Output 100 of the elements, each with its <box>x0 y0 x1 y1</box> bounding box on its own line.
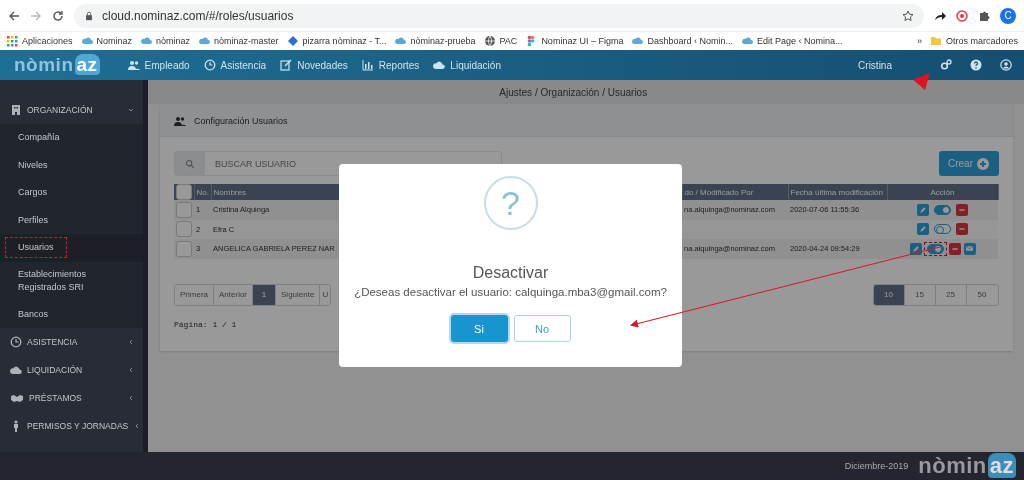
breadcrumb: Ajustes / Organización / Usuarios <box>499 86 648 98</box>
email-button[interactable] <box>963 242 976 255</box>
pencil-icon <box>919 225 927 234</box>
sidebar-group[interactable]: PRÉSTAMOS <box>0 384 143 412</box>
sidebar-group[interactable]: LIQUIDACIÓN <box>0 356 143 384</box>
pagination-button[interactable]: U <box>320 284 331 305</box>
star-icon <box>902 9 914 22</box>
bookmark[interactable]: nòminaz <box>140 35 191 48</box>
bookmark[interactable]: PAC <box>483 35 518 48</box>
page-info: Página: 1 / 1 <box>174 319 237 329</box>
more-bookmarks[interactable]: » <box>916 36 922 47</box>
bookmark[interactable]: nòminaz-prueba <box>394 35 476 48</box>
users-icon <box>127 59 140 71</box>
diamond-icon <box>286 35 299 48</box>
bookmark[interactable]: nòminaz-master <box>198 35 279 48</box>
reload-icon <box>52 9 64 22</box>
sidebar-item[interactable]: Niveles <box>6 155 60 175</box>
user-circle-icon <box>1000 59 1012 71</box>
settings-button[interactable] <box>940 59 952 71</box>
chevron-left-icon <box>127 394 135 402</box>
extension-button[interactable] <box>956 9 968 22</box>
profile-avatar[interactable]: C <box>1000 7 1016 24</box>
nav-item[interactable]: Liquidación <box>433 59 501 71</box>
page-size-button[interactable]: 10 <box>873 284 905 305</box>
edit-icon <box>280 59 293 71</box>
select-all-checkbox[interactable] <box>176 184 192 200</box>
sidebar-item[interactable]: Cargos <box>6 183 59 203</box>
sidebar-item[interactable]: Perfiles <box>6 210 60 230</box>
share-button[interactable] <box>934 9 946 22</box>
apps-grid-icon <box>6 35 18 48</box>
forward-arrow-icon <box>30 9 42 22</box>
bookmark[interactable]: Edit Page ‹ Nomina... <box>740 35 843 48</box>
sidebar-group[interactable]: ASISTENCIA <box>0 328 143 356</box>
chevron-left-icon <box>127 366 135 374</box>
nav-item[interactable]: Novedades <box>280 59 348 71</box>
pagination-button[interactable]: Primera <box>175 284 214 305</box>
clock-icon <box>203 59 216 71</box>
remove-button[interactable] <box>956 203 968 216</box>
remove-button[interactable] <box>948 242 961 255</box>
cloud-icon <box>433 59 446 71</box>
profile-button[interactable] <box>1000 59 1012 71</box>
back-arrow-icon <box>8 9 20 22</box>
nav-item[interactable]: Empleado <box>127 59 190 71</box>
column-header: Nombres <box>213 187 246 197</box>
chevron-left-icon <box>127 338 135 346</box>
lock-icon <box>84 10 94 21</box>
help-button[interactable] <box>970 59 982 71</box>
column-header: Fecha última modificación <box>790 187 883 197</box>
row-checkbox[interactable] <box>176 221 192 238</box>
forward-button[interactable] <box>30 9 42 22</box>
edit-button[interactable] <box>917 223 929 236</box>
pencil-icon <box>919 205 927 214</box>
handshake-icon <box>10 392 24 404</box>
column-header: Acción <box>930 187 955 197</box>
dialog-title: Desactivar <box>472 264 549 282</box>
card-title: Configuración Usuarios <box>194 115 288 126</box>
clock-icon <box>10 336 22 348</box>
building-icon <box>10 104 22 116</box>
footer-date: Diciembre-2019 <box>844 461 909 471</box>
share-arrow-icon <box>934 9 946 22</box>
settings-icon <box>940 59 952 71</box>
bar-chart-icon <box>361 59 374 71</box>
help-icon <box>970 59 982 71</box>
bookmark[interactable]: Dashboard ‹ Nomin... <box>631 35 733 48</box>
row-checkbox[interactable] <box>176 201 192 218</box>
bookmark[interactable]: Nominaz <box>80 35 133 48</box>
address-bar[interactable]: cloud.nominaz.com/#/roles/usuarios <box>74 3 924 28</box>
nav-item[interactable]: Reportes <box>361 59 420 71</box>
bookmark-folder[interactable]: Otros marcadores <box>929 35 1018 48</box>
bookmark[interactable]: Nominaz UI – Figma <box>525 35 624 48</box>
envelope-icon <box>965 244 974 254</box>
edit-button[interactable] <box>909 242 922 255</box>
puzzle-icon <box>978 9 990 22</box>
sidebar-group[interactable]: ORGANIZACIÓN <box>0 96 143 124</box>
edit-button[interactable] <box>917 203 929 216</box>
sidebar-group[interactable]: PERMISOS Y JORNADAS <box>0 412 143 440</box>
back-button[interactable] <box>8 9 20 22</box>
sidebar-item[interactable]: Compañía <box>6 128 72 148</box>
nav-item[interactable]: Asistencia <box>203 59 267 71</box>
question-icon: ? <box>483 176 538 230</box>
remove-button[interactable] <box>956 223 968 236</box>
column-header: No. <box>196 187 209 197</box>
bookmark[interactable]: Aplicaciones <box>6 35 73 48</box>
dialog-message: ¿Deseas desactivar el usuario: calquinga.mba3@gmail.com? <box>354 286 667 298</box>
sidebar-item[interactable]: Establecimientos Registrados SRI <box>6 265 137 297</box>
toggle-switch[interactable] <box>924 242 946 255</box>
plus-circle-icon <box>977 157 989 170</box>
column-header: do / Modificado Por <box>684 187 754 197</box>
bookmark[interactable]: pizarra nòminaz - T... <box>286 35 387 48</box>
reload-button[interactable] <box>52 9 64 22</box>
pagination-button[interactable]: 1 <box>253 284 277 305</box>
pencil-icon <box>911 244 920 253</box>
cloud-icon <box>10 364 22 376</box>
folder-icon <box>929 35 942 48</box>
toggle-switch[interactable] <box>932 223 953 236</box>
extensions-button[interactable] <box>978 9 990 22</box>
sidebar-item[interactable]: Bancos <box>6 304 61 324</box>
search-input[interactable]: BUSCAR USUARIO <box>205 152 501 175</box>
row-checkbox[interactable] <box>176 240 192 257</box>
target-icon <box>956 9 968 22</box>
